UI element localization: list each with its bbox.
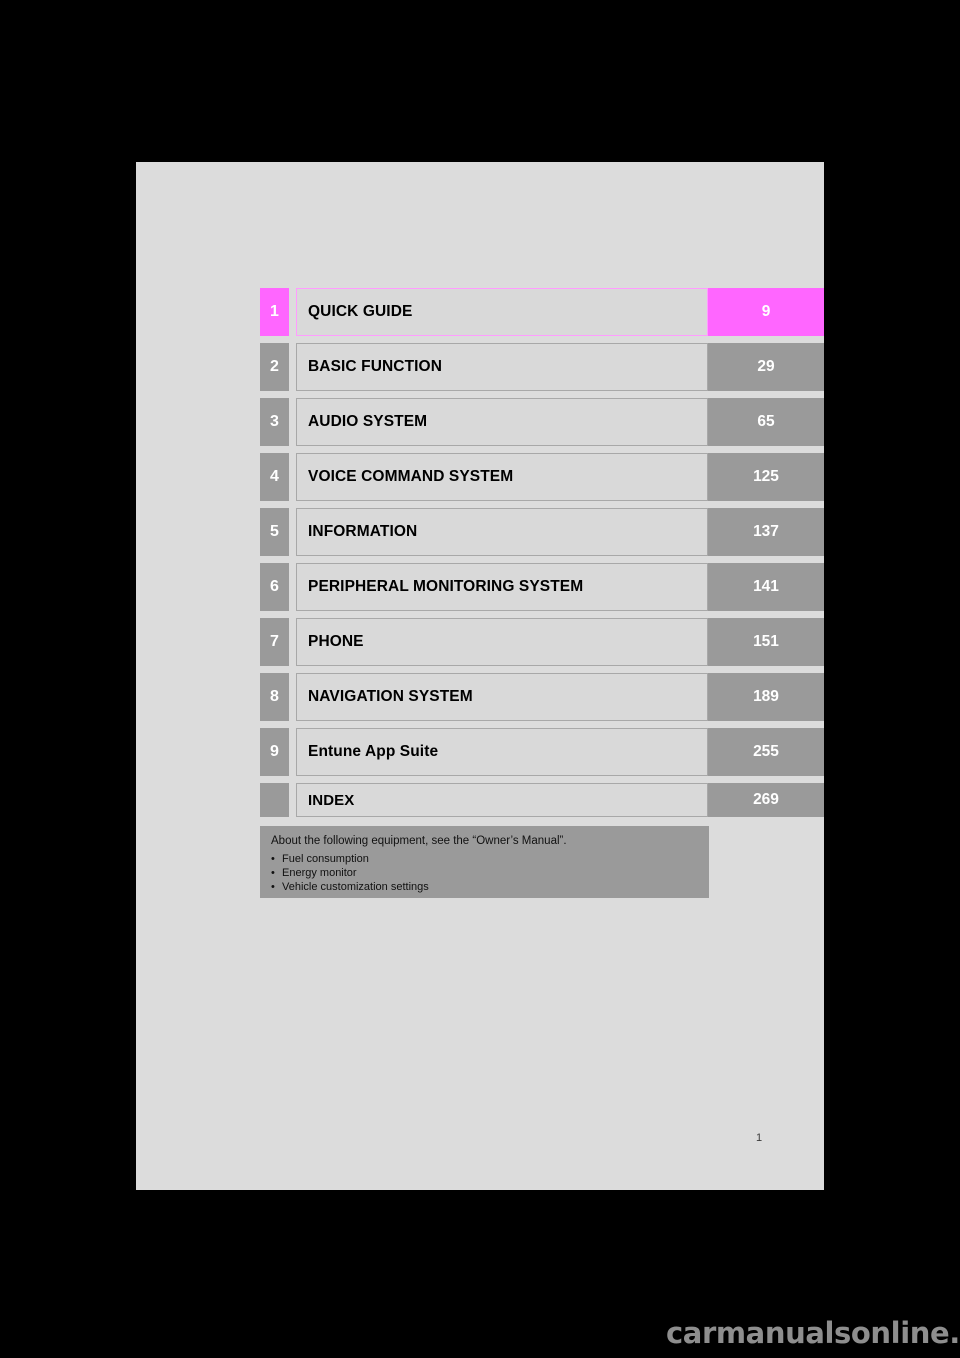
chapter-row[interactable]: 7 PHONE 151 <box>260 618 824 666</box>
chapter-page-number[interactable]: 125 <box>708 453 824 501</box>
owners-manual-note-box: About the following equipment, see the “… <box>260 826 709 898</box>
note-heading: About the following equipment, see the “… <box>271 835 567 847</box>
manual-page: 1 QUICK GUIDE 9 2 BASIC FUNCTION 29 3 AU… <box>136 162 824 1190</box>
chapter-title-box[interactable]: INDEX <box>296 783 708 817</box>
chapter-chip-gap <box>289 783 296 817</box>
chapter-chip-gap <box>289 453 296 501</box>
chapter-page-number[interactable]: 9 <box>708 288 824 336</box>
chapter-chip-gap <box>289 618 296 666</box>
chapter-row-index[interactable]: INDEX 269 <box>260 783 824 817</box>
chapter-chip-gap <box>289 673 296 721</box>
chapter-chip-gap <box>289 508 296 556</box>
chapter-number-chip <box>260 783 289 817</box>
chapter-number-chip: 5 <box>260 508 289 556</box>
chapter-page-number[interactable]: 137 <box>708 508 824 556</box>
chapter-row[interactable]: 2 BASIC FUNCTION 29 <box>260 343 824 391</box>
chapter-row[interactable]: 6 PERIPHERAL MONITORING SYSTEM 141 <box>260 563 824 611</box>
chapter-title-box[interactable]: PHONE <box>296 618 708 666</box>
note-list-item: • Fuel consumption <box>271 852 709 866</box>
chapter-title-box[interactable]: INFORMATION <box>296 508 708 556</box>
chapter-row[interactable]: 3 AUDIO SYSTEM 65 <box>260 398 824 446</box>
chapter-chip-gap <box>289 563 296 611</box>
chapter-chip-gap <box>289 288 296 336</box>
chapter-number-chip: 9 <box>260 728 289 776</box>
bullet-icon: • <box>271 881 275 893</box>
note-list-item-label: Energy monitor <box>282 867 357 879</box>
chapter-title-box[interactable]: BASIC FUNCTION <box>296 343 708 391</box>
chapter-title-box[interactable]: Entune App Suite <box>296 728 708 776</box>
chapter-number-chip: 8 <box>260 673 289 721</box>
page-folio: 1 <box>756 1132 763 1144</box>
chapter-chip-gap <box>289 728 296 776</box>
chapter-page-number[interactable]: 29 <box>708 343 824 391</box>
chapter-row[interactable]: 9 Entune App Suite 255 <box>260 728 824 776</box>
bullet-icon: • <box>271 853 275 865</box>
bullet-icon: • <box>271 867 275 879</box>
chapter-page-number[interactable]: 141 <box>708 563 824 611</box>
chapter-title-box[interactable]: PERIPHERAL MONITORING SYSTEM <box>296 563 708 611</box>
chapter-page-number[interactable]: 269 <box>708 783 824 817</box>
chapter-number-chip: 7 <box>260 618 289 666</box>
chapter-number-chip: 3 <box>260 398 289 446</box>
chapter-chip-gap <box>289 398 296 446</box>
chapter-row[interactable]: 4 VOICE COMMAND SYSTEM 125 <box>260 453 824 501</box>
note-list-item-label: Vehicle customization settings <box>282 881 429 893</box>
chapter-title-box[interactable]: VOICE COMMAND SYSTEM <box>296 453 708 501</box>
chapter-number-chip: 4 <box>260 453 289 501</box>
chapter-chip-gap <box>289 343 296 391</box>
site-watermark: carmanualsonline.info <box>666 1316 960 1350</box>
chapter-index-table: 1 QUICK GUIDE 9 2 BASIC FUNCTION 29 3 AU… <box>260 288 824 817</box>
chapter-page-number[interactable]: 189 <box>708 673 824 721</box>
note-list-item: • Vehicle customization settings <box>271 880 709 894</box>
chapter-number-chip: 2 <box>260 343 289 391</box>
chapter-page-number[interactable]: 151 <box>708 618 824 666</box>
chapter-number-chip: 6 <box>260 563 289 611</box>
chapter-title-box[interactable]: QUICK GUIDE <box>296 288 708 336</box>
chapter-title-box[interactable]: NAVIGATION SYSTEM <box>296 673 708 721</box>
chapter-row[interactable]: 5 INFORMATION 137 <box>260 508 824 556</box>
chapter-page-number[interactable]: 255 <box>708 728 824 776</box>
chapter-number-chip: 1 <box>260 288 289 336</box>
note-list-item-label: Fuel consumption <box>282 853 369 865</box>
chapter-title-box[interactable]: AUDIO SYSTEM <box>296 398 708 446</box>
chapter-row[interactable]: 8 NAVIGATION SYSTEM 189 <box>260 673 824 721</box>
note-list-item: • Energy monitor <box>271 866 709 880</box>
screenshot-canvas: 1 QUICK GUIDE 9 2 BASIC FUNCTION 29 3 AU… <box>0 0 960 1358</box>
chapter-row[interactable]: 1 QUICK GUIDE 9 <box>260 288 824 336</box>
chapter-page-number[interactable]: 65 <box>708 398 824 446</box>
